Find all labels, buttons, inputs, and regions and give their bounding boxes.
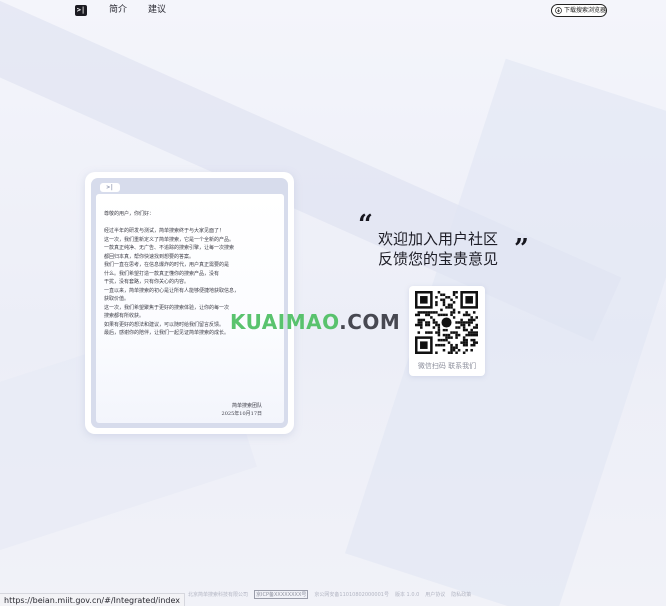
- letter-paper: 尊敬的用户，你们好： 经过半年的研发与测试，简单搜索终于与大家见面了！ 这一次，我…: [96, 194, 284, 423]
- letter-line: 什么。我们希望打造一款真正懂你的搜索产品，没有: [104, 270, 220, 277]
- letter-line: 获取价值。: [104, 296, 130, 302]
- letter-sign-team: 简单搜索团队: [231, 403, 262, 409]
- footer: 北京简单搜索科技有限公司 京ICP备XXXXXXXX号 京公网安备1101080…: [188, 590, 471, 599]
- nav-intro-link[interactable]: 简介: [109, 5, 127, 16]
- footer-version: 版本 1.0.0: [394, 592, 420, 598]
- community-slogan: 欢迎加入用户社区 反馈您的宝贵意见: [378, 229, 498, 269]
- watermark-dark-text: .COM: [339, 310, 401, 334]
- letter-line: 经过半年的研发与测试，简单搜索终于与大家见面了！: [104, 228, 225, 234]
- wechat-qr-code: [415, 291, 478, 354]
- footer-icp-link[interactable]: 京ICP备XXXXXXXX号: [254, 590, 309, 599]
- nav-suggest-link[interactable]: 建议: [148, 5, 166, 16]
- letter-line: 尊敬的用户，你们好：: [104, 211, 155, 217]
- download-browser-button[interactable]: 下载搜索浏览器: [551, 4, 607, 17]
- letter-line: 干扰，没有套路，只有你关心的内容。: [104, 279, 190, 285]
- letter-line: 一款真正纯净、无广告、不追踪的搜索引擎，让每一次搜索: [104, 245, 235, 251]
- letter-line: 这一次，我们重新定义了简单搜索，它是一个全新的产品。: [104, 236, 235, 243]
- footer-terms-link[interactable]: 用户协议: [425, 591, 445, 598]
- letter-card: >| 尊敬的用户，你们好： 经过半年的研发与测试，简单搜索终于与大家见面了！ 这一…: [85, 172, 294, 434]
- qr-caption: 微信扫码 联系我们: [417, 362, 477, 370]
- top-navigation: >| 简介 建议 下载搜索浏览器: [0, 0, 666, 22]
- letter-line: 都回归本真，帮你快速找到想要的答案。: [104, 253, 195, 260]
- letter-signature: 简单搜索团队 2025年10月17日: [222, 402, 262, 418]
- download-button-label: 下载搜索浏览器: [563, 7, 606, 14]
- slogan-line-1: 欢迎加入用户社区: [378, 230, 499, 248]
- watermark: KUAIMAO.COM: [230, 310, 400, 334]
- wechat-qr-card: 微信扫码 联系我们: [409, 286, 485, 376]
- letter-sign-date: 2025年10月17日: [221, 411, 262, 417]
- letter-line: 一直以来，简单搜索的初心是让所有人能够便捷地获取信息，: [104, 287, 240, 294]
- footer-police-link[interactable]: 京公网安备11010802000001号: [314, 591, 389, 598]
- quote-open-mark: “: [358, 210, 373, 240]
- letter-line: [104, 219, 280, 228]
- letter-badge: >|: [100, 183, 120, 192]
- letter-frame: >| 尊敬的用户，你们好： 经过半年的研发与测试，简单搜索终于与大家见面了！ 这一…: [91, 178, 288, 428]
- quote-close-mark: ”: [514, 234, 529, 264]
- logo[interactable]: >|: [75, 5, 87, 16]
- status-bar-url: https://beian.miit.gov.cn/#/Integrated/i…: [0, 593, 185, 606]
- letter-line: 我们一直在思考，在信息爆炸的时代，用户真正需要的是: [104, 262, 230, 268]
- watermark-green-text: KUAIMAO: [230, 310, 340, 334]
- footer-privacy-link[interactable]: 隐私政策: [451, 591, 471, 598]
- download-icon: [555, 7, 562, 14]
- footer-company: 北京简单搜索科技有限公司: [188, 592, 249, 598]
- slogan-line-2: 反馈您的宝贵意见: [378, 250, 499, 268]
